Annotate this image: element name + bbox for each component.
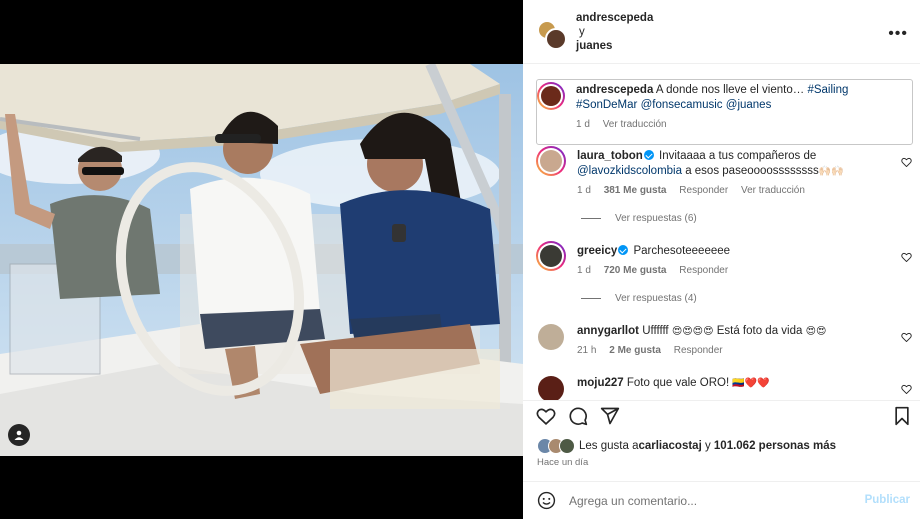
author-joiner: y: [579, 26, 585, 38]
comment-meta: 1 d 381 Me gusta Responder Ver traducció…: [577, 185, 815, 196]
hashtag[interactable]: #Sailing: [807, 84, 848, 96]
author-avatars[interactable]: [537, 20, 567, 50]
avatar[interactable]: [537, 82, 565, 110]
comment-body: a esos paseoooossssssss: [682, 165, 819, 177]
likes-joiner: y: [701, 440, 714, 452]
heart-icon[interactable]: [901, 157, 912, 167]
action-bar: [523, 400, 920, 428]
caption-username[interactable]: andrescepeda: [576, 84, 653, 96]
comment-emoji: 😍😍😍😍: [671, 326, 714, 337]
heart-icon[interactable]: [901, 384, 912, 394]
likes-count[interactable]: 720 Me gusta: [604, 265, 667, 276]
comment-emoji: 🙌🏻🙌🏻: [818, 166, 844, 177]
timestamp: 1 d: [576, 119, 590, 130]
comment-text: annygarllot Uffffff 😍😍😍😍 Está foto da vi…: [577, 324, 897, 339]
timestamp: 1 d: [577, 185, 591, 196]
timestamp: 1 d: [577, 265, 591, 276]
view-replies[interactable]: Ver respuestas (6): [581, 213, 697, 224]
comment-username[interactable]: greeicy: [577, 245, 617, 257]
reply-button[interactable]: Responder: [674, 345, 723, 356]
reply-button[interactable]: Responder: [679, 185, 728, 196]
publish-button[interactable]: Publicar: [865, 494, 910, 506]
author-link[interactable]: andrescepeda: [576, 12, 653, 24]
comment-text: laura_tobon Invitaaaa a tus compañeros d…: [577, 149, 897, 179]
media-panel: [0, 0, 523, 519]
liker-username[interactable]: carliacostaj: [638, 440, 701, 452]
likes-count-link[interactable]: 101.062 personas más: [714, 440, 836, 452]
post-timestamp[interactable]: Hace un día: [537, 457, 588, 468]
verified-icon: [618, 245, 629, 255]
comment-emoji: 🇨🇴❤️❤️: [732, 378, 770, 389]
comment-icon[interactable]: [568, 406, 588, 426]
post-caption: andrescepeda A donde nos lleve el viento…: [536, 79, 913, 145]
view-replies-label: Ver respuestas (4): [615, 293, 697, 304]
comment-body: Invitaaaa a tus compañeros de: [659, 150, 817, 162]
avatar[interactable]: [538, 324, 564, 350]
mention[interactable]: @fonsecamusic: [641, 99, 723, 111]
heart-icon[interactable]: [901, 332, 912, 342]
post-header: andrescepeda y juanes •••: [523, 0, 920, 64]
comment-meta: 1 d 720 Me gusta Responder: [577, 265, 738, 276]
comment-input[interactable]: [569, 492, 849, 510]
caption-text: andrescepeda A donde nos lleve el viento…: [576, 83, 906, 113]
likes-count[interactable]: 2 Me gusta: [609, 345, 661, 356]
likes-summary: Les gusta a carliacostaj y 101.062 perso…: [537, 438, 836, 454]
post-authors: andrescepeda y juanes: [576, 11, 653, 53]
emoji-icon[interactable]: [537, 491, 556, 510]
comment-username[interactable]: annygarllot: [577, 325, 639, 337]
reply-button[interactable]: Responder: [679, 265, 728, 276]
liker-avatars: [537, 438, 575, 454]
translate-link[interactable]: Ver traducción: [603, 119, 667, 130]
share-icon[interactable]: [600, 406, 620, 426]
mention[interactable]: @lavozkidscolombia: [577, 165, 682, 177]
comment-item: moju227 Foto que vale ORO! 🇨🇴❤️❤️: [523, 372, 920, 400]
avatar[interactable]: [536, 146, 566, 176]
comment-username[interactable]: laura_tobon: [577, 150, 643, 162]
translate-link[interactable]: Ver traducción: [741, 185, 805, 196]
post-photo[interactable]: [0, 64, 523, 456]
caption-body: A donde nos lleve el viento…: [655, 84, 808, 96]
user-tag-icon[interactable]: [8, 424, 30, 446]
more-icon[interactable]: •••: [888, 25, 908, 43]
comment-text: greeicy Parchesoteeeeeee: [577, 244, 877, 259]
timestamp: 21 h: [577, 345, 597, 356]
hashtag[interactable]: #SonDeMar: [576, 99, 637, 111]
heart-icon[interactable]: [901, 252, 912, 262]
comment-body: Está foto da vida: [713, 325, 806, 337]
bookmark-icon[interactable]: [892, 406, 912, 426]
author-link[interactable]: juanes: [576, 40, 612, 52]
likes-prefix: Les gusta a: [579, 440, 639, 452]
comment-username[interactable]: moju227: [577, 377, 624, 389]
avatar: [545, 28, 567, 50]
view-replies-label: Ver respuestas (6): [615, 213, 697, 224]
boat-photo-illustration: [0, 64, 523, 456]
view-replies[interactable]: Ver respuestas (4): [581, 293, 697, 304]
avatar: [559, 438, 575, 454]
comment-body: Uffffff: [642, 325, 672, 337]
comment-body: Foto que vale ORO!: [626, 377, 733, 389]
comment-body: Parchesoteeeeeee: [633, 245, 731, 257]
instagram-post-modal: andrescepeda y juanes ••• andrescepeda A…: [0, 0, 920, 519]
comment-bar: Publicar: [523, 481, 920, 519]
heart-icon[interactable]: [536, 406, 556, 426]
comment-text: moju227 Foto que vale ORO! 🇨🇴❤️❤️: [577, 376, 877, 391]
caption-meta: 1 d Ver traducción: [576, 119, 677, 130]
comment-emoji: 😍😍: [805, 326, 827, 337]
mention[interactable]: @juanes: [726, 99, 772, 111]
details-panel: andrescepeda y juanes ••• andrescepeda A…: [523, 0, 920, 519]
avatar[interactable]: [538, 376, 564, 400]
verified-icon: [643, 150, 654, 160]
comment-meta: 21 h 2 Me gusta Responder: [577, 345, 733, 356]
likes-count[interactable]: 381 Me gusta: [604, 185, 667, 196]
avatar[interactable]: [536, 241, 566, 271]
